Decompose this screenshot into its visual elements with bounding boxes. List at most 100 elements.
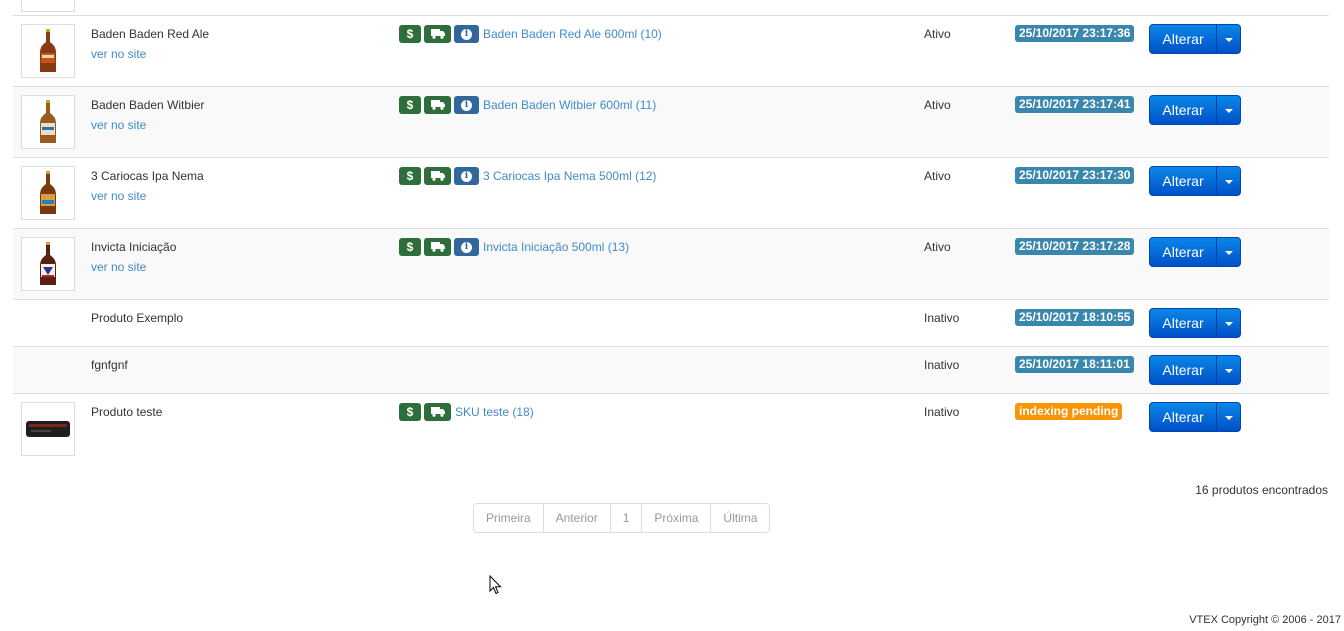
product-name[interactable]: Produto Exemplo	[91, 311, 183, 325]
alterar-button-group: Alterar	[1149, 166, 1241, 196]
dollar-icon[interactable]: $	[399, 403, 421, 421]
table-row: 3 Cariocas Ipa Nema ver no site $ i 3 Ca…	[13, 157, 1329, 228]
product-name[interactable]: Baden Baden Witbier	[91, 98, 204, 112]
alterar-dropdown-toggle[interactable]	[1216, 403, 1240, 431]
sku-area: $ i 3 Cariocas Ipa Nema 500ml (12)	[399, 167, 656, 185]
alterar-button-group: Alterar	[1149, 308, 1241, 338]
pagination-last[interactable]: Última	[710, 504, 769, 532]
product-thumbnail[interactable]	[21, 166, 75, 220]
truck-icon[interactable]	[424, 96, 451, 114]
status-text: Inativo	[924, 358, 960, 372]
date-badge: 25/10/2017 23:17:41	[1015, 96, 1135, 113]
beer-bottle-image	[40, 100, 56, 143]
dollar-icon[interactable]: $	[399, 96, 421, 114]
alterar-button[interactable]: Alterar	[1150, 25, 1216, 53]
caret-down-icon	[1224, 38, 1233, 42]
dollar-icon[interactable]: $	[399, 238, 421, 256]
product-thumbnail[interactable]	[21, 24, 75, 78]
alterar-button[interactable]: Alterar	[1150, 403, 1216, 431]
sku-link[interactable]: Baden Baden Red Ale 600ml (10)	[483, 27, 662, 41]
alterar-dropdown-toggle[interactable]	[1216, 96, 1240, 124]
indexing-pending-badge: indexing pending	[1015, 403, 1123, 420]
sku-link[interactable]: 3 Cariocas Ipa Nema 500ml (12)	[483, 169, 656, 183]
status-text: Ativo	[924, 240, 951, 254]
status-text: Ativo	[924, 169, 951, 183]
caret-down-icon	[1224, 180, 1233, 184]
truck-icon[interactable]	[424, 25, 451, 43]
status-text: Inativo	[924, 405, 960, 419]
alterar-button-group: Alterar	[1149, 95, 1241, 125]
view-on-site-link[interactable]: ver no site	[91, 118, 146, 132]
caret-down-icon	[1224, 369, 1233, 373]
status-text: Ativo	[924, 98, 951, 112]
product-name[interactable]: Invicta Iniciação	[91, 240, 176, 254]
date-badge: 25/10/2017 23:17:28	[1015, 238, 1135, 255]
sku-area: $ i Baden Baden Red Ale 600ml (10)	[399, 25, 662, 43]
beer-bottle-image	[40, 242, 56, 285]
product-thumbnail[interactable]	[21, 402, 75, 456]
alterar-button[interactable]: Alterar	[1150, 356, 1216, 384]
sku-area: $ i Invicta Iniciação 500ml (13)	[399, 238, 629, 256]
info-icon[interactable]: i	[454, 96, 479, 114]
table-row	[13, 0, 1329, 15]
dollar-icon[interactable]: $	[399, 25, 421, 43]
alterar-button[interactable]: Alterar	[1150, 309, 1216, 337]
pagination: Primeira Anterior 1 Próxima Última	[473, 503, 771, 533]
truck-icon[interactable]	[424, 238, 451, 256]
table-row: fgnfgnf Inativo 25/10/2017 18:11:01 Alte…	[13, 346, 1329, 393]
status-text: Inativo	[924, 311, 960, 325]
alterar-dropdown-toggle[interactable]	[1216, 309, 1240, 337]
product-thumbnail[interactable]	[21, 237, 75, 291]
alterar-dropdown-toggle[interactable]	[1216, 238, 1240, 266]
product-name[interactable]: 3 Cariocas Ipa Nema	[91, 169, 204, 183]
alterar-button[interactable]: Alterar	[1150, 96, 1216, 124]
alterar-dropdown-toggle[interactable]	[1216, 356, 1240, 384]
sku-link[interactable]: Invicta Iniciação 500ml (13)	[483, 240, 629, 254]
info-icon[interactable]: i	[454, 25, 479, 43]
info-icon[interactable]: i	[454, 167, 479, 185]
caret-down-icon	[1224, 251, 1233, 255]
beer-bottle-image	[40, 171, 56, 214]
date-badge: 25/10/2017 23:17:36	[1015, 25, 1135, 42]
info-icon[interactable]: i	[454, 238, 479, 256]
alterar-button-group: Alterar	[1149, 355, 1241, 385]
caret-down-icon	[1224, 416, 1233, 420]
product-name[interactable]: Baden Baden Red Ale	[91, 27, 209, 41]
alterar-dropdown-toggle[interactable]	[1216, 167, 1240, 195]
product-name[interactable]: fgnfgnf	[91, 358, 128, 372]
table-row: Produto teste $ SKU teste (18) Inativo i…	[13, 393, 1329, 463]
sku-link[interactable]: Baden Baden Witbier 600ml (11)	[483, 98, 656, 112]
truck-icon[interactable]	[424, 403, 451, 421]
truck-icon[interactable]	[424, 167, 451, 185]
sku-area: $ SKU teste (18)	[399, 403, 534, 421]
table-row: Baden Baden Witbier ver no site $ i Bade…	[13, 86, 1329, 157]
date-badge: 25/10/2017 18:11:01	[1015, 356, 1134, 373]
table-row: Baden Baden Red Ale ver no site $ i Bade…	[13, 15, 1329, 86]
sku-area: $ i Baden Baden Witbier 600ml (11)	[399, 96, 656, 114]
product-name[interactable]: Produto teste	[91, 405, 162, 419]
sku-link[interactable]: SKU teste (18)	[455, 405, 534, 419]
alterar-button-group: Alterar	[1149, 24, 1241, 54]
view-on-site-link[interactable]: ver no site	[91, 189, 146, 203]
caret-down-icon	[1224, 322, 1233, 326]
view-on-site-link[interactable]: ver no site	[91, 47, 146, 61]
pagination-page-1[interactable]: 1	[609, 504, 642, 532]
alterar-dropdown-toggle[interactable]	[1216, 25, 1240, 53]
alterar-button-group: Alterar	[1149, 402, 1241, 432]
alterar-button-group: Alterar	[1149, 237, 1241, 267]
dollar-icon[interactable]: $	[399, 167, 421, 185]
caret-down-icon	[1224, 109, 1233, 113]
view-on-site-link[interactable]: ver no site	[91, 260, 146, 274]
product-thumbnail[interactable]	[21, 95, 75, 149]
copyright-text: VTEX Copyright © 2006 - 2017	[1189, 614, 1341, 626]
results-count: 16 produtos encontrados	[1195, 483, 1328, 497]
status-text: Ativo	[924, 27, 951, 41]
pagination-next[interactable]: Próxima	[641, 504, 710, 532]
alterar-button[interactable]: Alterar	[1150, 238, 1216, 266]
table-row: Produto Exemplo Inativo 25/10/2017 18:10…	[13, 299, 1329, 346]
pagination-first[interactable]: Primeira	[474, 504, 543, 532]
product-thumbnail[interactable]	[21, 0, 75, 12]
alterar-button[interactable]: Alterar	[1150, 167, 1216, 195]
pagination-previous[interactable]: Anterior	[542, 504, 610, 532]
table-row: Invicta Iniciação ver no site $ i Invict…	[13, 228, 1329, 299]
